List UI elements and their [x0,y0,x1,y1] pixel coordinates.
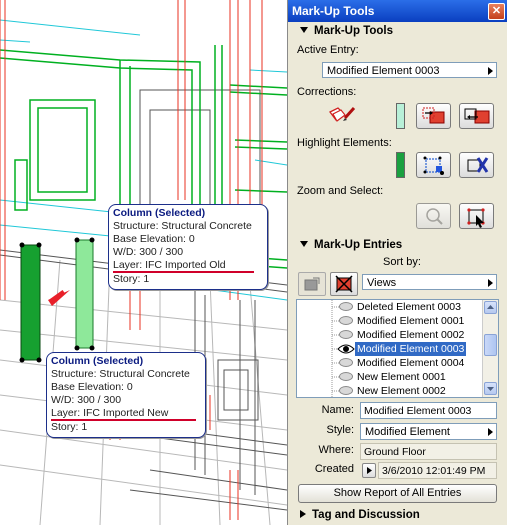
list-item[interactable]: Modified Element 0004 [297,356,482,370]
zoom-button[interactable] [416,203,451,229]
column-new[interactable] [74,237,95,351]
scroll-down-icon[interactable] [484,382,497,395]
tooltip-base-elevation: Base Elevation: 0 [113,233,195,245]
style-dropdown[interactable]: Modified Element [360,423,497,440]
close-icon[interactable]: ✕ [488,3,505,20]
column-old[interactable] [19,242,42,363]
where-field: Ground Floor [360,443,497,460]
list-item[interactable]: Deleted Element 0003 [297,300,482,314]
collapse-triangle-icon [300,241,308,248]
tooltip-title: Column (Selected) [51,355,144,367]
corrections-label: Corrections: [297,86,357,98]
entry-icon [339,386,353,395]
remove-corrections-button[interactable] [459,103,494,129]
created-label: Created [314,463,354,475]
tooltip-story: Story: 1 [113,273,150,285]
section-label: Mark-Up Tools [314,25,394,37]
list-item[interactable]: New Element 0001 [297,370,482,384]
list-item-selected[interactable]: Modified Element 0003 [297,342,482,356]
name-field[interactable]: Modified Element 0003 [360,402,497,419]
tooltip-wd: W/D: 300 / 300 [113,246,184,258]
corrections-color-swatch[interactable] [396,103,405,129]
scroll-thumb[interactable] [484,334,497,356]
zoom-select-label: Zoom and Select: [297,185,384,197]
sort-by-value: Views [367,277,397,289]
active-entry-label: Active Entry: [297,44,359,56]
entries-list[interactable]: Deleted Element 0003 Modified Element 00… [296,299,499,398]
list-scrollbar[interactable] [482,300,498,397]
dropdown-arrow-icon [488,67,493,75]
sort-by-label: Sort by: [383,256,421,268]
tooltip-structure: Structure: Structural Concrete [113,220,252,232]
highlight-elements-label: Highlight Elements: [297,137,392,149]
entry-icon [339,372,353,381]
collapse-triangle-icon [300,27,308,34]
entry-icon [339,302,353,311]
section-label: Tag and Discussion [312,509,420,521]
list-item[interactable]: Modified Element 0002 [297,328,482,342]
select-button[interactable] [459,203,494,229]
entry-icon [339,330,353,339]
show-report-button[interactable]: Show Report of All Entries [298,484,497,503]
style-label: Style: [326,424,354,436]
active-entry-value: Modified Element 0003 [327,65,440,77]
add-corrections-button[interactable] [416,103,451,129]
new-entry-button[interactable] [298,272,326,296]
red-arrow-icon [48,289,70,306]
tooltip-title: Column (Selected) [113,207,206,219]
created-field: 3/6/2010 12:01:49 PM [378,462,497,479]
model-viewport[interactable]: Column (Selected) Structure: Structural … [0,0,287,525]
dropdown-arrow-icon [488,279,493,287]
list-item[interactable]: New Element 0002 [297,384,482,397]
dropdown-arrow-icon [488,428,493,436]
tooltip-base-elevation: Base Elevation: 0 [51,381,133,393]
tooltip-layer: Layer: IFC Imported New [51,407,197,421]
tooltip-column-new: Column (Selected) Structure: Structural … [46,352,206,438]
section-tag-discussion[interactable]: Tag and Discussion [296,508,502,523]
entry-icon [339,316,353,325]
where-label: Where: [318,444,354,456]
tooltip-layer: Layer: IFC Imported Old [113,259,254,273]
section-markup-tools[interactable]: Mark-Up Tools [296,24,502,39]
entry-icon [339,358,353,367]
add-highlight-button[interactable] [416,152,451,178]
tooltip-story: Story: 1 [51,421,88,433]
delete-entry-button[interactable] [330,272,358,296]
palette-titlebar[interactable]: Mark-Up Tools ✕ [288,0,507,22]
remove-highlight-button[interactable] [459,152,494,178]
active-entry-dropdown[interactable]: Modified Element 0003 [322,62,497,78]
section-markup-entries[interactable]: Mark-Up Entries [296,238,502,253]
tooltip-wd: W/D: 300 / 300 [51,394,122,406]
tooltip-structure: Structure: Structural Concrete [51,368,190,380]
section-label: Mark-Up Entries [314,239,403,251]
name-label: Name: [321,404,354,416]
expand-triangle-icon [300,510,306,519]
scroll-up-icon[interactable] [484,301,497,314]
style-value: Modified Element [365,426,450,438]
tooltip-column-old: Column (Selected) Structure: Structural … [108,204,268,290]
highlight-color-swatch[interactable] [396,152,405,178]
list-item[interactable]: Modified Element 0001 [297,314,482,328]
sort-by-dropdown[interactable]: Views [362,274,497,290]
created-expand-button[interactable] [362,463,376,478]
palette-title: Mark-Up Tools [292,4,375,18]
corrections-pencil-icon[interactable] [327,104,359,126]
